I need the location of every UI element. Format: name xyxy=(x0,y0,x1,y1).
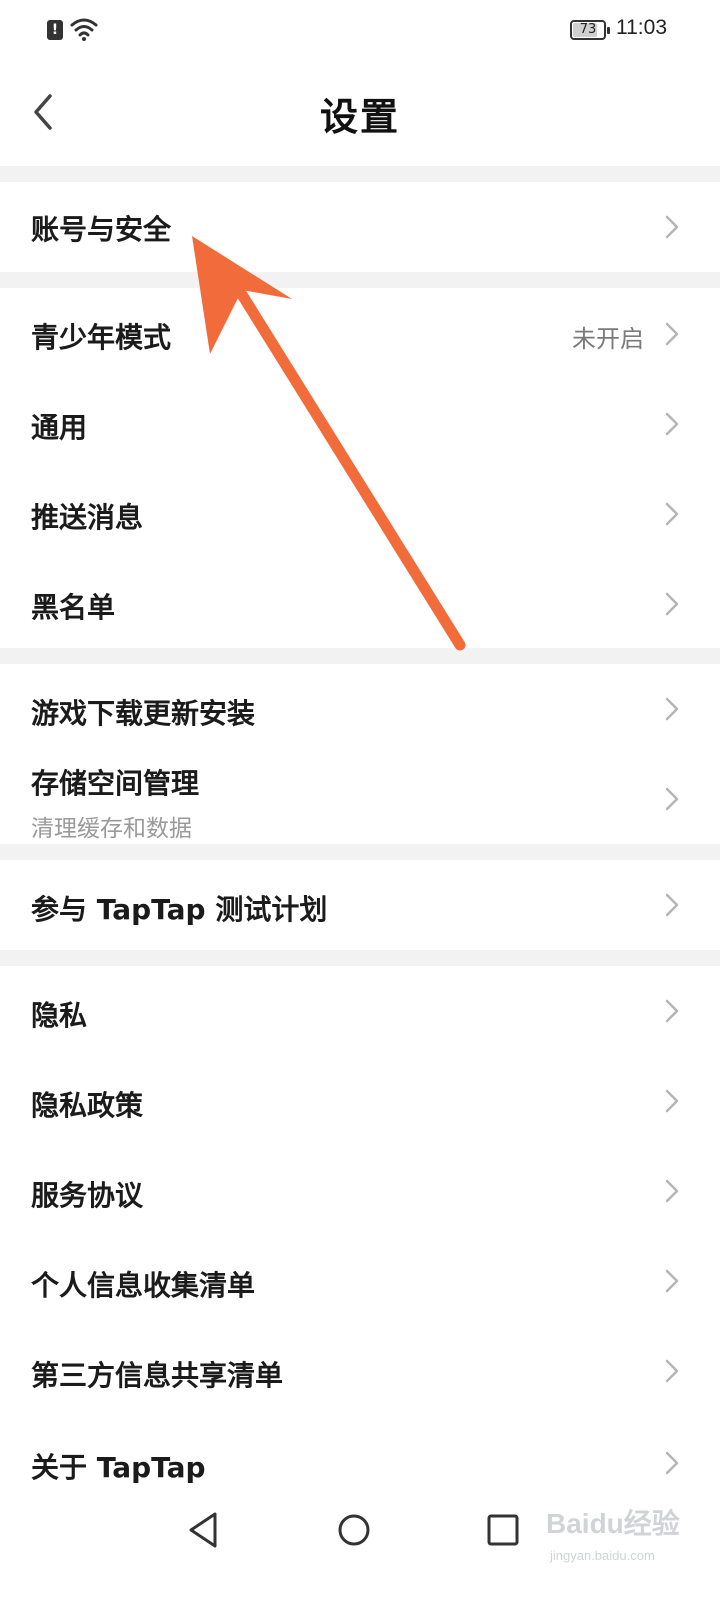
settings-item-label: 个人信息收集清单 xyxy=(31,1269,256,1302)
settings-item-label: 推送消息 xyxy=(31,501,144,534)
nav-recents-icon[interactable] xyxy=(481,1508,525,1552)
settings-item-storage[interactable]: 存储空间管理 清理缓存和数据 xyxy=(0,754,720,844)
settings-item-about[interactable]: 关于 TapTap xyxy=(0,1416,720,1496)
settings-item-label: 黑名单 xyxy=(31,591,116,624)
chevron-right-icon xyxy=(665,1359,679,1383)
status-time: 11:03 xyxy=(616,16,667,39)
chevron-right-icon xyxy=(665,787,679,811)
nav-back-icon[interactable] xyxy=(183,1508,227,1552)
alert-icon: ! xyxy=(47,20,63,40)
baidu-watermark: Baidu经验 jingyan.baidu.com xyxy=(540,1490,710,1590)
section-divider xyxy=(0,648,720,664)
settings-item-personal-info-list[interactable]: 个人信息收集清单 xyxy=(0,1236,720,1326)
settings-item-service-agreement[interactable]: 服务协议 xyxy=(0,1146,720,1236)
watermark-brand: Baidu经验 xyxy=(546,1508,680,1539)
settings-item-general[interactable]: 通用 xyxy=(0,378,720,468)
settings-item-label: 服务协议 xyxy=(31,1179,144,1212)
chevron-right-icon xyxy=(665,592,679,616)
settings-item-youth-mode[interactable]: 青少年模式 未开启 xyxy=(0,288,720,378)
settings-item-blacklist[interactable]: 黑名单 xyxy=(0,558,720,648)
settings-item-account-security[interactable]: 账号与安全 xyxy=(0,182,720,272)
chevron-right-icon xyxy=(665,893,679,917)
chevron-right-icon xyxy=(665,215,679,239)
chevron-right-icon xyxy=(665,502,679,526)
settings-item-label: 隐私政策 xyxy=(31,1089,144,1122)
settings-item-label: 关于 TapTap xyxy=(31,1451,206,1484)
section-divider xyxy=(0,844,720,860)
settings-item-third-party-sharing[interactable]: 第三方信息共享清单 xyxy=(0,1326,720,1416)
status-bar: ! 73 11:03 xyxy=(0,0,720,60)
wifi-icon xyxy=(70,18,98,41)
settings-item-subtitle: 清理缓存和数据 xyxy=(31,816,192,842)
settings-item-label: 游戏下载更新安装 xyxy=(31,697,256,730)
section-divider xyxy=(0,166,720,182)
settings-item-game-download[interactable]: 游戏下载更新安装 xyxy=(0,664,720,754)
youth-mode-status: 未开启 xyxy=(572,325,644,353)
chevron-right-icon xyxy=(665,697,679,721)
settings-item-label: 账号与安全 xyxy=(31,213,172,246)
watermark-url: jingyan.baidu.com xyxy=(550,1548,655,1563)
chevron-right-icon xyxy=(665,1269,679,1293)
page-title: 设置 xyxy=(319,95,400,139)
battery-level: 73 xyxy=(579,22,597,37)
settings-item-label: 隐私 xyxy=(31,999,88,1032)
chevron-right-icon xyxy=(665,1089,679,1113)
settings-item-label: 存储空间管理 xyxy=(31,767,200,800)
header: 设置 xyxy=(0,60,720,166)
section-divider xyxy=(0,272,720,288)
settings-item-label: 参与 TapTap 测试计划 xyxy=(31,893,328,926)
nav-home-icon[interactable] xyxy=(332,1508,376,1552)
settings-item-label: 通用 xyxy=(31,411,88,444)
section-divider xyxy=(0,950,720,966)
chevron-right-icon xyxy=(665,412,679,436)
chevron-right-icon xyxy=(665,322,679,346)
settings-item-label: 青少年模式 xyxy=(31,321,172,354)
chevron-right-icon xyxy=(665,1179,679,1203)
chevron-right-icon xyxy=(665,999,679,1023)
battery-indicator: 73 xyxy=(570,20,610,40)
settings-item-push-messages[interactable]: 推送消息 xyxy=(0,468,720,558)
settings-item-test-plan[interactable]: 参与 TapTap 测试计划 xyxy=(0,860,720,950)
chevron-right-icon xyxy=(665,1451,679,1475)
settings-item-privacy[interactable]: 隐私 xyxy=(0,966,720,1056)
settings-item-label: 第三方信息共享清单 xyxy=(31,1359,284,1392)
settings-item-privacy-policy[interactable]: 隐私政策 xyxy=(0,1056,720,1146)
